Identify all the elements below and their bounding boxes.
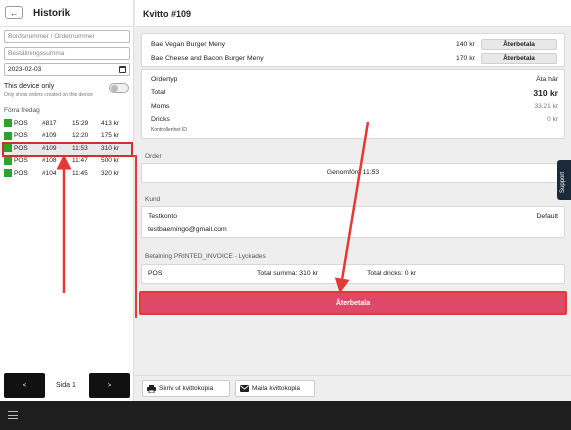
payment-card: POS Total summa: 310 kr Total dricks: 0 … (141, 264, 565, 284)
status-square-icon (4, 119, 12, 127)
order-time: 15:29 (72, 119, 89, 127)
receipt-title: Kvitto #109 (143, 9, 192, 19)
order-time: 12:20 (72, 132, 89, 140)
toggle-knob (111, 85, 118, 92)
total-value: 310 kr (533, 88, 558, 98)
refund-item-button[interactable]: Återbetala (481, 39, 557, 50)
refund-item-button[interactable]: Återbetala (481, 53, 557, 64)
order-number: #109 (42, 132, 57, 140)
order-status: Genomförd 11:53 (326, 169, 380, 176)
order-amount: 413 kr (101, 119, 120, 127)
support-label: Support (560, 171, 566, 193)
customer-email: testbaemingo@gmail.com (148, 226, 227, 233)
status-square-icon (4, 169, 12, 177)
order-number: #104 (42, 169, 57, 177)
item-price: 140 kr (456, 41, 475, 48)
mail-copy-label: Maila kvittokopia (252, 385, 301, 392)
order-type-value: Äta här (536, 76, 558, 83)
order-time: 11:47 (72, 157, 88, 165)
page-label: Sida 1 (56, 382, 76, 389)
order-type: POS (14, 119, 28, 127)
selected-order-highlight (2, 142, 133, 157)
order-amount: 320 kr (101, 169, 120, 177)
device-only-label: This device only (4, 83, 55, 90)
control-unit-label: Kontrollenhet ID (151, 127, 187, 133)
order-amount: 500 kr (101, 157, 120, 165)
order-number-search-input[interactable] (4, 30, 130, 43)
customer-name: Testkonto (148, 213, 178, 220)
tips-value: 0 kr (547, 116, 558, 123)
calendar-icon[interactable] (119, 66, 126, 73)
arrow-left-icon: ← (9, 7, 19, 18)
payment-tips: Total dricks: 0 kr (367, 270, 417, 277)
receipt-footer: Skriv ut kvittokopia Maila kvittokopia (135, 375, 571, 401)
customer-tag: Default (536, 213, 558, 220)
print-copy-label: Skriv ut kvittokopia (159, 385, 214, 392)
item-price: 170 kr (456, 55, 475, 62)
item-name: Bae Cheese and Bacon Burger Meny (151, 55, 264, 62)
hamburger-menu-icon[interactable] (8, 411, 18, 419)
history-title: Historik (33, 8, 71, 19)
payment-section-title: Betalning PRINTED_INVOICE - Lyckades (145, 253, 266, 260)
support-tab[interactable]: Support (557, 160, 571, 200)
item-name: Bae Vegan Burger Meny (151, 41, 226, 48)
vat-label: Moms (151, 103, 170, 110)
refund-button[interactable]: Återbetala (139, 291, 567, 315)
status-square-icon (4, 156, 12, 165)
order-status-card: Genomförd 11:53 (141, 163, 565, 183)
receipt-items-card: Bae Vegan Burger Meny 140 kr Återbetala … (141, 33, 565, 67)
tips-label: Dricks (151, 116, 170, 123)
device-only-sublabel: Only show orders created on this device (4, 92, 93, 98)
prev-page-button[interactable]: < (4, 373, 45, 398)
receipt-summary-card: Ordertyp Äta här Total 310 kr Moms 33,21… (141, 69, 565, 139)
customer-section-title: Kund (145, 196, 161, 203)
date-value: 2023-02-03 (8, 66, 42, 73)
date-input[interactable]: 2023-02-03 (4, 63, 130, 76)
order-number: #817 (42, 119, 57, 127)
customer-card: Testkonto Default testbaemingo@gmail.com (141, 206, 565, 238)
vat-value: 33,21 kr (534, 103, 559, 110)
order-section-title: Order (145, 153, 162, 160)
printer-icon (147, 384, 156, 393)
history-header: ← Historik (0, 0, 134, 27)
receipt-header: Kvitto #109 (135, 0, 571, 27)
payment-total: Total summa: 310 kr (257, 270, 319, 277)
status-square-icon (4, 131, 12, 140)
back-button[interactable]: ← (5, 6, 23, 19)
order-type-label: Ordertyp (151, 76, 178, 83)
device-only-toggle[interactable] (109, 83, 129, 93)
print-copy-button[interactable]: Skriv ut kvittokopia (142, 380, 230, 397)
order-type: POS (14, 169, 28, 177)
mail-copy-button[interactable]: Maila kvittokopia (235, 380, 315, 397)
order-amount: 175 kr (101, 132, 120, 140)
next-page-button[interactable]: > (89, 373, 130, 398)
date-section-label: Förra fredag (4, 107, 40, 114)
receipt-panel: Kvitto #109 Bae Vegan Burger Meny 140 kr… (135, 0, 571, 401)
order-amount-input[interactable] (4, 47, 130, 60)
envelope-icon (240, 385, 249, 392)
bottom-navigation-bar (0, 401, 571, 430)
order-number: #108 (42, 157, 57, 165)
order-row[interactable]: POS #817 15:29 413 kr (0, 117, 134, 130)
order-type: POS (14, 132, 28, 140)
history-panel: ← Historik 2023-02-03 This device only O… (0, 0, 134, 401)
order-time: 11:45 (72, 169, 88, 177)
total-label: Total (151, 89, 166, 96)
payment-method: POS (148, 270, 163, 277)
order-row[interactable]: POS #109 12:20 175 kr (0, 130, 134, 143)
order-type: POS (14, 157, 28, 165)
order-row[interactable]: POS #104 11:45 320 kr (0, 167, 134, 180)
